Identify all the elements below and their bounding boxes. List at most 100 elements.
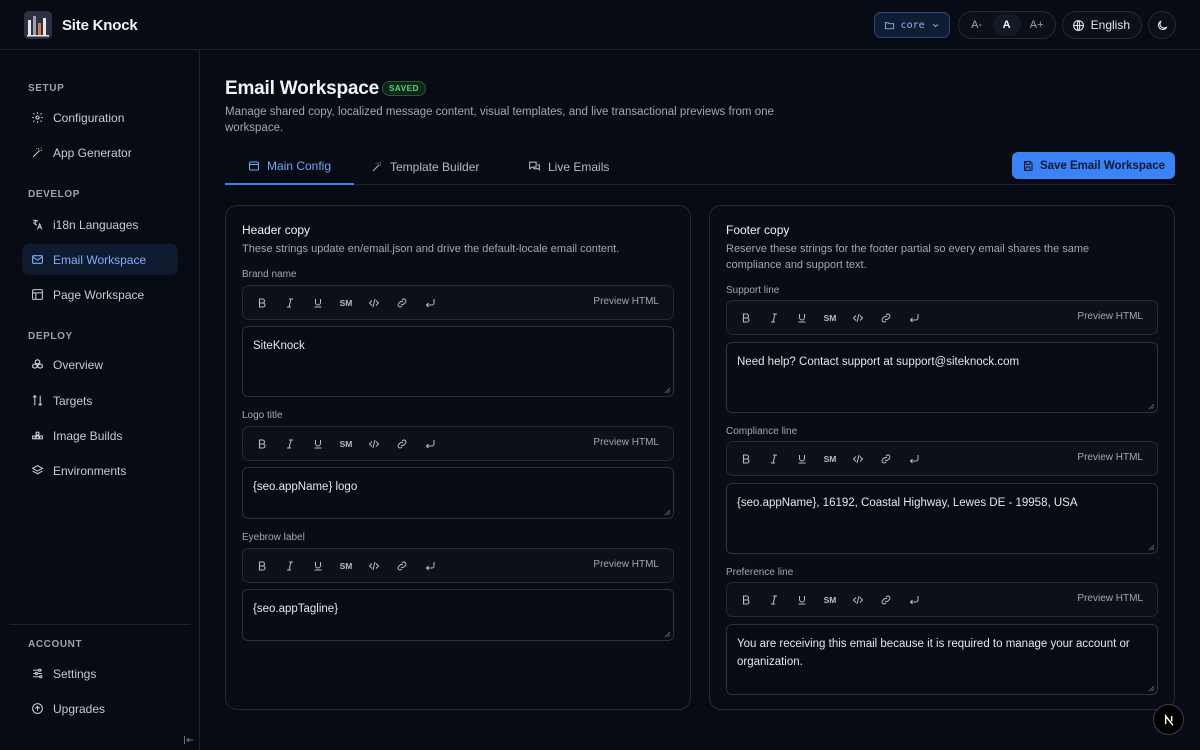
rich-text-toolbar: SM Preview HTML [726,582,1158,617]
line-break-icon[interactable] [900,447,928,471]
code-icon[interactable] [844,588,872,612]
underline-icon[interactable] [304,432,332,456]
code-icon[interactable] [360,554,388,578]
sidebar-item-configuration[interactable]: Configuration [22,102,178,133]
editor-value: You are receiving this email because it … [737,638,1130,668]
support-line-editor[interactable]: Need help? Contact support at support@si… [726,342,1158,413]
gear-icon [32,112,43,123]
bold-icon[interactable] [732,588,760,612]
bold-icon[interactable] [732,447,760,471]
editor-value: {seo.appName} logo [253,481,358,493]
font-increase-button[interactable]: A+ [1023,14,1051,36]
collapse-sidebar-icon[interactable] [183,734,195,746]
resize-grip-icon[interactable] [1148,685,1155,692]
tab-label: Template Builder [390,159,480,174]
small-text-button[interactable]: SM [332,432,360,456]
bold-icon[interactable] [248,554,276,578]
environment-value: core [900,19,925,31]
folder-icon [884,21,894,29]
line-break-icon[interactable] [900,588,928,612]
italic-icon[interactable] [276,291,304,315]
preference-line-editor[interactable]: You are receiving this email because it … [726,624,1158,695]
sidebar-item-label: Upgrades [53,701,106,716]
font-decrease-button[interactable]: A- [963,14,991,36]
language-button[interactable]: English [1061,11,1142,39]
underline-icon[interactable] [788,447,816,471]
sidebar-item-email-workspace[interactable]: Email Workspace [22,244,178,275]
sidebar-item-page-workspace[interactable]: Page Workspace [22,279,178,310]
eyebrow-label-editor[interactable]: {seo.appTagline} [242,589,674,641]
resize-grip-icon[interactable] [1148,544,1155,551]
line-break-icon[interactable] [900,306,928,330]
bold-icon[interactable] [732,306,760,330]
main-content: Email Workspace SAVED Manage shared copy… [200,50,1200,750]
logo-title-editor[interactable]: {seo.appName} logo [242,467,674,519]
italic-icon[interactable] [760,306,788,330]
link-icon[interactable] [388,432,416,456]
line-break-icon[interactable] [416,554,444,578]
editor-value: SiteKnock [253,340,305,352]
italic-icon[interactable] [760,447,788,471]
sidebar-item-overview[interactable]: Overview [22,349,178,380]
sidebar-item-upgrades[interactable]: Upgrades [22,693,178,724]
line-break-icon[interactable] [416,432,444,456]
resize-grip-icon[interactable] [664,509,671,516]
sidebar-item-environments[interactable]: Environments [22,455,178,486]
brand-name-editor[interactable]: SiteKnock [242,326,674,397]
small-text-button[interactable]: SM [816,306,844,330]
preview-html-button[interactable]: Preview HTML [593,437,659,448]
compliance-line-editor[interactable]: {seo.appName}, 16192, Coastal Highway, L… [726,483,1158,554]
link-icon[interactable] [388,291,416,315]
sidebar-item-label: Targets [53,393,93,408]
link-icon[interactable] [388,554,416,578]
bold-icon[interactable] [248,291,276,315]
sidebar-item-i18n-languages[interactable]: i18n Languages [22,209,178,240]
sidebar-item-image-builds[interactable]: Image Builds [22,420,178,451]
code-icon[interactable] [844,306,872,330]
editor-value: {seo.appTagline} [253,603,339,615]
preview-html-button[interactable]: Preview HTML [1077,311,1143,322]
tab-template-builder[interactable]: Template Builder [371,148,479,185]
rich-text-toolbar: SM Preview HTML [242,285,674,320]
tab-main-config[interactable]: Main Config [225,148,354,185]
sidebar-item-settings[interactable]: Settings [22,658,178,689]
page-description: Manage shared copy, localized message co… [225,106,774,134]
save-email-workspace-button[interactable]: Save Email Workspace [1012,152,1175,179]
code-icon[interactable] [360,432,388,456]
code-icon[interactable] [360,291,388,315]
tab-live-emails[interactable]: Live Emails [528,148,609,185]
underline-icon[interactable] [788,588,816,612]
small-text-button[interactable]: SM [816,588,844,612]
preview-html-button[interactable]: Preview HTML [1077,452,1143,463]
small-text-button[interactable]: SM [816,447,844,471]
link-icon[interactable] [872,306,900,330]
sidebar-item-targets[interactable]: Targets [22,385,178,416]
link-icon[interactable] [872,588,900,612]
environment-select[interactable]: core [873,12,950,38]
italic-icon[interactable] [276,554,304,578]
underline-icon[interactable] [304,554,332,578]
line-break-icon[interactable] [416,291,444,315]
resize-grip-icon[interactable] [664,631,671,638]
bold-icon[interactable] [248,432,276,456]
link-icon[interactable] [872,447,900,471]
next-dev-tools-button[interactable] [1153,704,1184,735]
resize-grip-icon[interactable] [664,387,671,394]
preview-html-button[interactable]: Preview HTML [1077,593,1143,604]
code-icon[interactable] [844,447,872,471]
sidebar-item-app-generator[interactable]: App Generator [22,137,178,168]
save-icon [1023,160,1033,171]
preview-html-button[interactable]: Preview HTML [593,559,659,570]
brand[interactable]: Site Knock [24,11,138,39]
preview-html-button[interactable]: Preview HTML [593,296,659,307]
resize-grip-icon[interactable] [1148,403,1155,410]
small-text-button[interactable]: SM [332,554,360,578]
italic-icon[interactable] [760,588,788,612]
sidebar-item-label: Environments [53,463,127,478]
italic-icon[interactable] [276,432,304,456]
underline-icon[interactable] [304,291,332,315]
theme-toggle-button[interactable] [1148,11,1176,39]
font-normal-button[interactable]: A [992,14,1021,36]
underline-icon[interactable] [788,306,816,330]
small-text-button[interactable]: SM [332,291,360,315]
